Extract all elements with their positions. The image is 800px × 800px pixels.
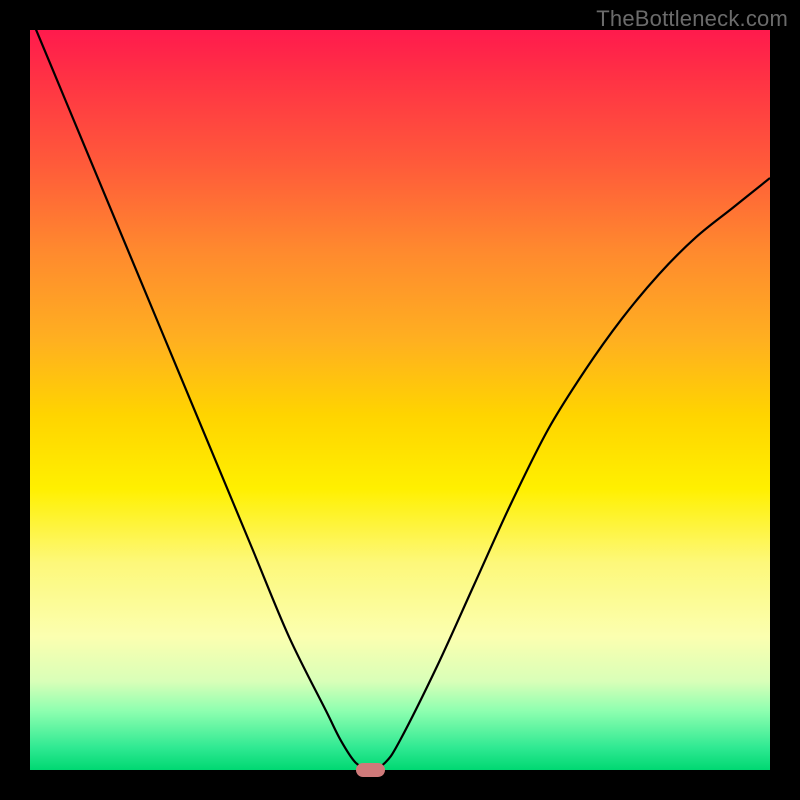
chart-frame: TheBottleneck.com [0,0,800,800]
optimal-point-marker [356,763,386,778]
plot-area [30,30,770,770]
watermark-text: TheBottleneck.com [596,6,788,32]
bottleneck-curve [30,30,770,770]
